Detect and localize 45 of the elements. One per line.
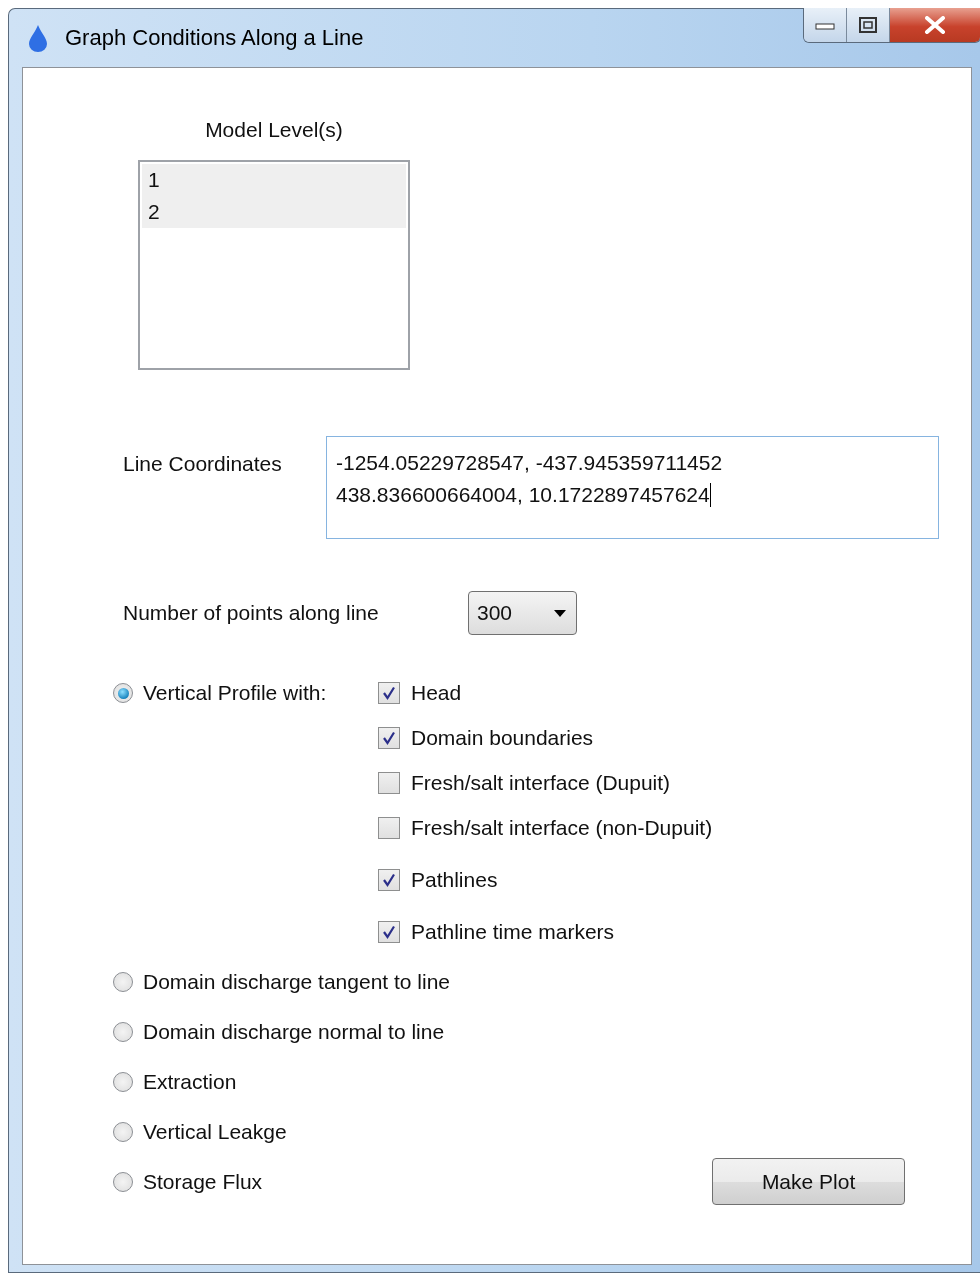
checkbox-label: Pathlines	[411, 868, 498, 892]
checkbox-label: Domain boundaries	[411, 726, 594, 750]
text-area[interactable]: -1254.05229728547, -437.945359711452 438.836600664004, 10.1722897457624	[326, 436, 939, 539]
checkbox-label: Head	[411, 681, 462, 705]
list-item[interactable]: 2	[142, 196, 406, 228]
check-mark-icon	[382, 873, 396, 887]
radio-label: Extraction	[143, 1070, 237, 1094]
close-button[interactable]	[889, 8, 980, 42]
radio-button[interactable]	[113, 1072, 133, 1092]
radio-label: Domain discharge tangent to line	[143, 970, 451, 994]
radio-button[interactable]	[113, 1172, 133, 1192]
checkbox[interactable]	[378, 921, 400, 943]
dropdown[interactable]: 300	[468, 591, 577, 635]
radio-label: Vertical Leakge	[143, 1120, 287, 1144]
radio-button[interactable]	[113, 1122, 133, 1142]
checkbox[interactable]	[378, 772, 400, 794]
field-label: Line Coordinates	[123, 452, 283, 476]
minimize-icon	[815, 20, 835, 30]
field-label: Model Level(s)	[205, 118, 343, 142]
restore-button[interactable]	[846, 8, 889, 42]
checkbox[interactable]	[378, 869, 400, 891]
radio-label: Domain discharge normal to line	[143, 1020, 445, 1044]
close-icon	[924, 16, 946, 34]
checkbox[interactable]	[378, 727, 400, 749]
check-mark-icon	[382, 925, 396, 939]
checkbox[interactable]	[378, 682, 400, 704]
checkbox-label: Fresh/salt interface (Dupuit)	[411, 771, 671, 795]
checkbox-label: Pathline time markers	[411, 920, 615, 944]
radio-button[interactable]	[113, 972, 133, 992]
list-item[interactable]: 1	[142, 164, 406, 196]
field-label: Number of points along line	[123, 601, 380, 625]
restore-icon	[858, 16, 878, 34]
water-drop-icon	[28, 24, 48, 52]
make-plot-button[interactable]: Make Plot	[712, 1158, 905, 1205]
radio-button[interactable]	[113, 683, 133, 703]
checkbox[interactable]	[378, 817, 400, 839]
check-mark-icon	[382, 731, 396, 745]
radio-label: Storage Flux	[143, 1170, 263, 1194]
radio-label: Vertical Profile with:	[143, 681, 327, 705]
checkbox-label: Fresh/salt interface (non-Dupuit)	[411, 816, 713, 840]
check-mark-icon	[382, 686, 396, 700]
window-title: Graph Conditions Along a Line	[65, 25, 364, 51]
caret-icon	[554, 609, 566, 617]
list-box[interactable]: 1 2	[138, 160, 410, 370]
radio-button[interactable]	[113, 1022, 133, 1042]
